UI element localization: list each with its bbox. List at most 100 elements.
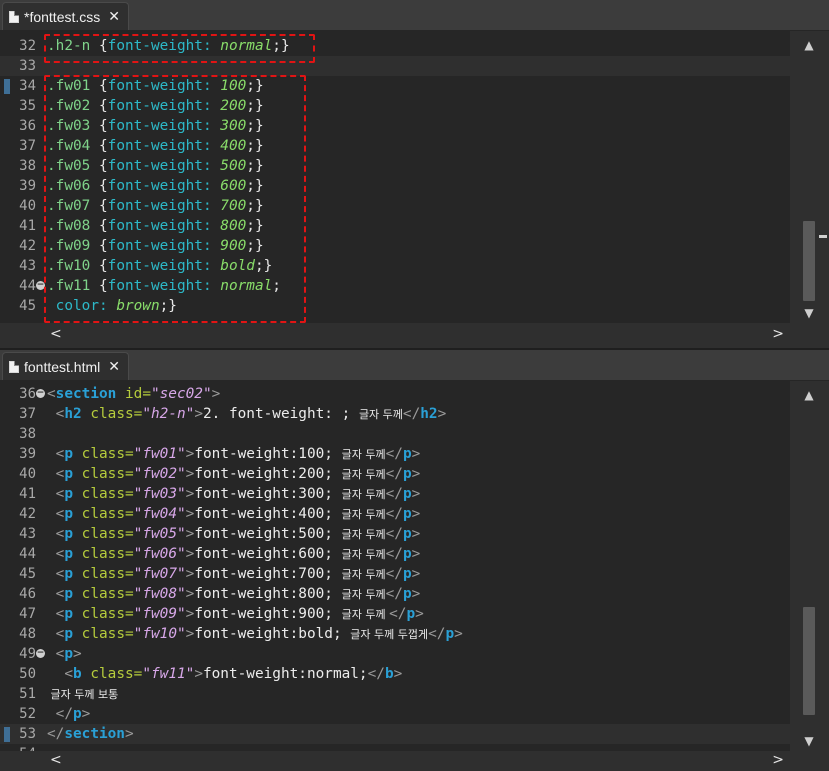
tab-fonttest-css[interactable]: *fonttest.css ✕ [2,2,129,30]
line-number: 45 [19,298,36,314]
line-number: 44 [19,546,36,562]
fold-collapse-icon[interactable]: − [36,389,45,398]
end-tag-name: h2 [420,406,438,422]
line-number: 42 [19,506,36,522]
code-line: 42 <p class="fw04">font-weight:400; 글자 두… [0,504,790,524]
close-icon[interactable]: ✕ [108,9,120,25]
code-text: <p class="fw04">font-weight:400; 글자 두께</… [47,504,421,524]
html-file-icon [9,360,19,373]
attribute-value: "fw05" [133,526,186,542]
text-content: font-weight:800; [194,586,342,602]
scroll-down-icon[interactable]: ▼ [800,305,818,321]
attribute-value: "fw06" [133,546,186,562]
code-line: 45 <p class="fw07">font-weight:700; 글자 두… [0,564,790,584]
line-number: 41 [19,486,36,502]
code-line: 36− <section id="sec02"> [0,384,790,404]
code-text: 글자 두께 보통 [47,684,118,704]
end-tag-open: </ [385,506,403,522]
html-tab-bar: fonttest.html ✕ [0,350,829,381]
line-number: 48 [19,626,36,642]
highlight-box-h2n [44,34,315,63]
attribute-name: class= [73,486,134,502]
css-overview-ruler [819,35,827,323]
end-tag-name: p [402,546,412,562]
korean-text: 글자 두께 [341,568,386,581]
line-number: 54 [0,744,36,751]
tag-close-bracket: > [194,666,203,682]
attribute-value: "fw08" [133,586,186,602]
end-tag-name: p [445,626,455,642]
code-line: 37 <h2 class="h2-n">2. font-weight: ; 글자… [0,404,790,424]
scroll-left-icon[interactable]: < [50,751,62,769]
scroll-up-icon[interactable]: ▲ [800,37,818,53]
attribute-name: id= [116,386,151,402]
code-text: <p class="fw07">font-weight:700; 글자 두께</… [47,564,421,584]
close-icon[interactable]: ✕ [108,359,120,375]
attribute-value: "fw11" [142,666,195,682]
line-number: 53 [19,726,36,742]
tag-name: p [64,566,74,582]
scroll-right-icon[interactable]: > [772,325,784,343]
attribute-name: class= [73,626,134,642]
attribute-value: "fw07" [133,566,186,582]
end-tag-open: </ [428,626,446,642]
scroll-thumb[interactable] [803,607,815,715]
code-text: <p class="fw01">font-weight:100; 글자 두께</… [47,444,421,464]
end-tag-name: p [402,486,412,502]
html-horizontal-scrollbar[interactable]: < > [44,751,790,769]
tag-close-bracket: > [73,646,82,662]
end-tag-close: > [411,546,421,562]
code-text: <section id="sec02"> [47,384,220,404]
end-tag-name: p [402,466,412,482]
scroll-up-icon[interactable]: ▲ [800,387,818,403]
attribute-name: class= [73,566,134,582]
tab-label: fonttest.html [24,358,101,375]
code-line: 40 <p class="fw02">font-weight:200; 글자 두… [0,464,790,484]
end-tag-close: > [415,606,424,622]
attribute-name: class= [73,446,134,462]
scroll-right-icon[interactable]: > [772,751,784,769]
css-horizontal-scrollbar[interactable]: < > [44,325,790,343]
code-line: 43 <p class="fw05">font-weight:500; 글자 두… [0,524,790,544]
attribute-value: "h2-n" [142,406,195,422]
attribute-value: "fw02" [133,466,186,482]
end-tag-close: > [411,526,421,542]
attribute-name: class= [73,526,134,542]
css-vertical-scrollbar[interactable]: ▲ ▼ [800,35,818,323]
html-editor-pane: fonttest.html ✕ 36− <section id="sec02"> 3… [0,350,829,771]
end-tag-name: p [406,606,416,622]
css-file-icon [9,10,19,23]
code-text: <p class="fw03">font-weight:300; 글자 두께</… [47,484,421,504]
end-tag-close: > [411,466,421,482]
scroll-down-icon[interactable]: ▼ [800,733,818,749]
line-number: 51 [19,686,36,702]
end-tag-open: </ [385,566,403,582]
scroll-thumb[interactable] [803,221,815,301]
html-vertical-scrollbar[interactable]: ▲ ▼ [800,385,818,751]
line-number: 50 [19,666,36,682]
korean-text: 글자 두께 [358,408,403,421]
scroll-left-icon[interactable]: < [50,325,62,343]
text-content: font-weight:500; [194,526,342,542]
end-tag-name: p [402,506,412,522]
code-line: 41 <p class="fw03">font-weight:300; 글자 두… [0,484,790,504]
code-text: <b class="fw11">font-weight:normal;</b> [47,664,402,684]
end-tag-open: </ [47,726,65,742]
fold-collapse-icon[interactable]: − [36,649,45,658]
attribute-name: class= [81,666,143,682]
html-code-area[interactable]: 36− <section id="sec02"> 37 <h2 class="h2-… [0,381,790,751]
line-number: 37 [19,406,36,422]
line-number: 36 [19,386,36,402]
tab-fonttest-html[interactable]: fonttest.html ✕ [2,352,129,380]
korean-text: 글자 두께 [341,468,386,481]
tag-name: section [55,386,117,402]
text-content: font-weight:normal; [202,666,368,682]
text-content: font-weight:400; [194,506,342,522]
overview-marker[interactable] [819,235,827,238]
end-tag-open: </ [389,606,407,622]
code-line: 49− <p> [0,644,790,664]
attribute-value: "fw10" [133,626,186,642]
